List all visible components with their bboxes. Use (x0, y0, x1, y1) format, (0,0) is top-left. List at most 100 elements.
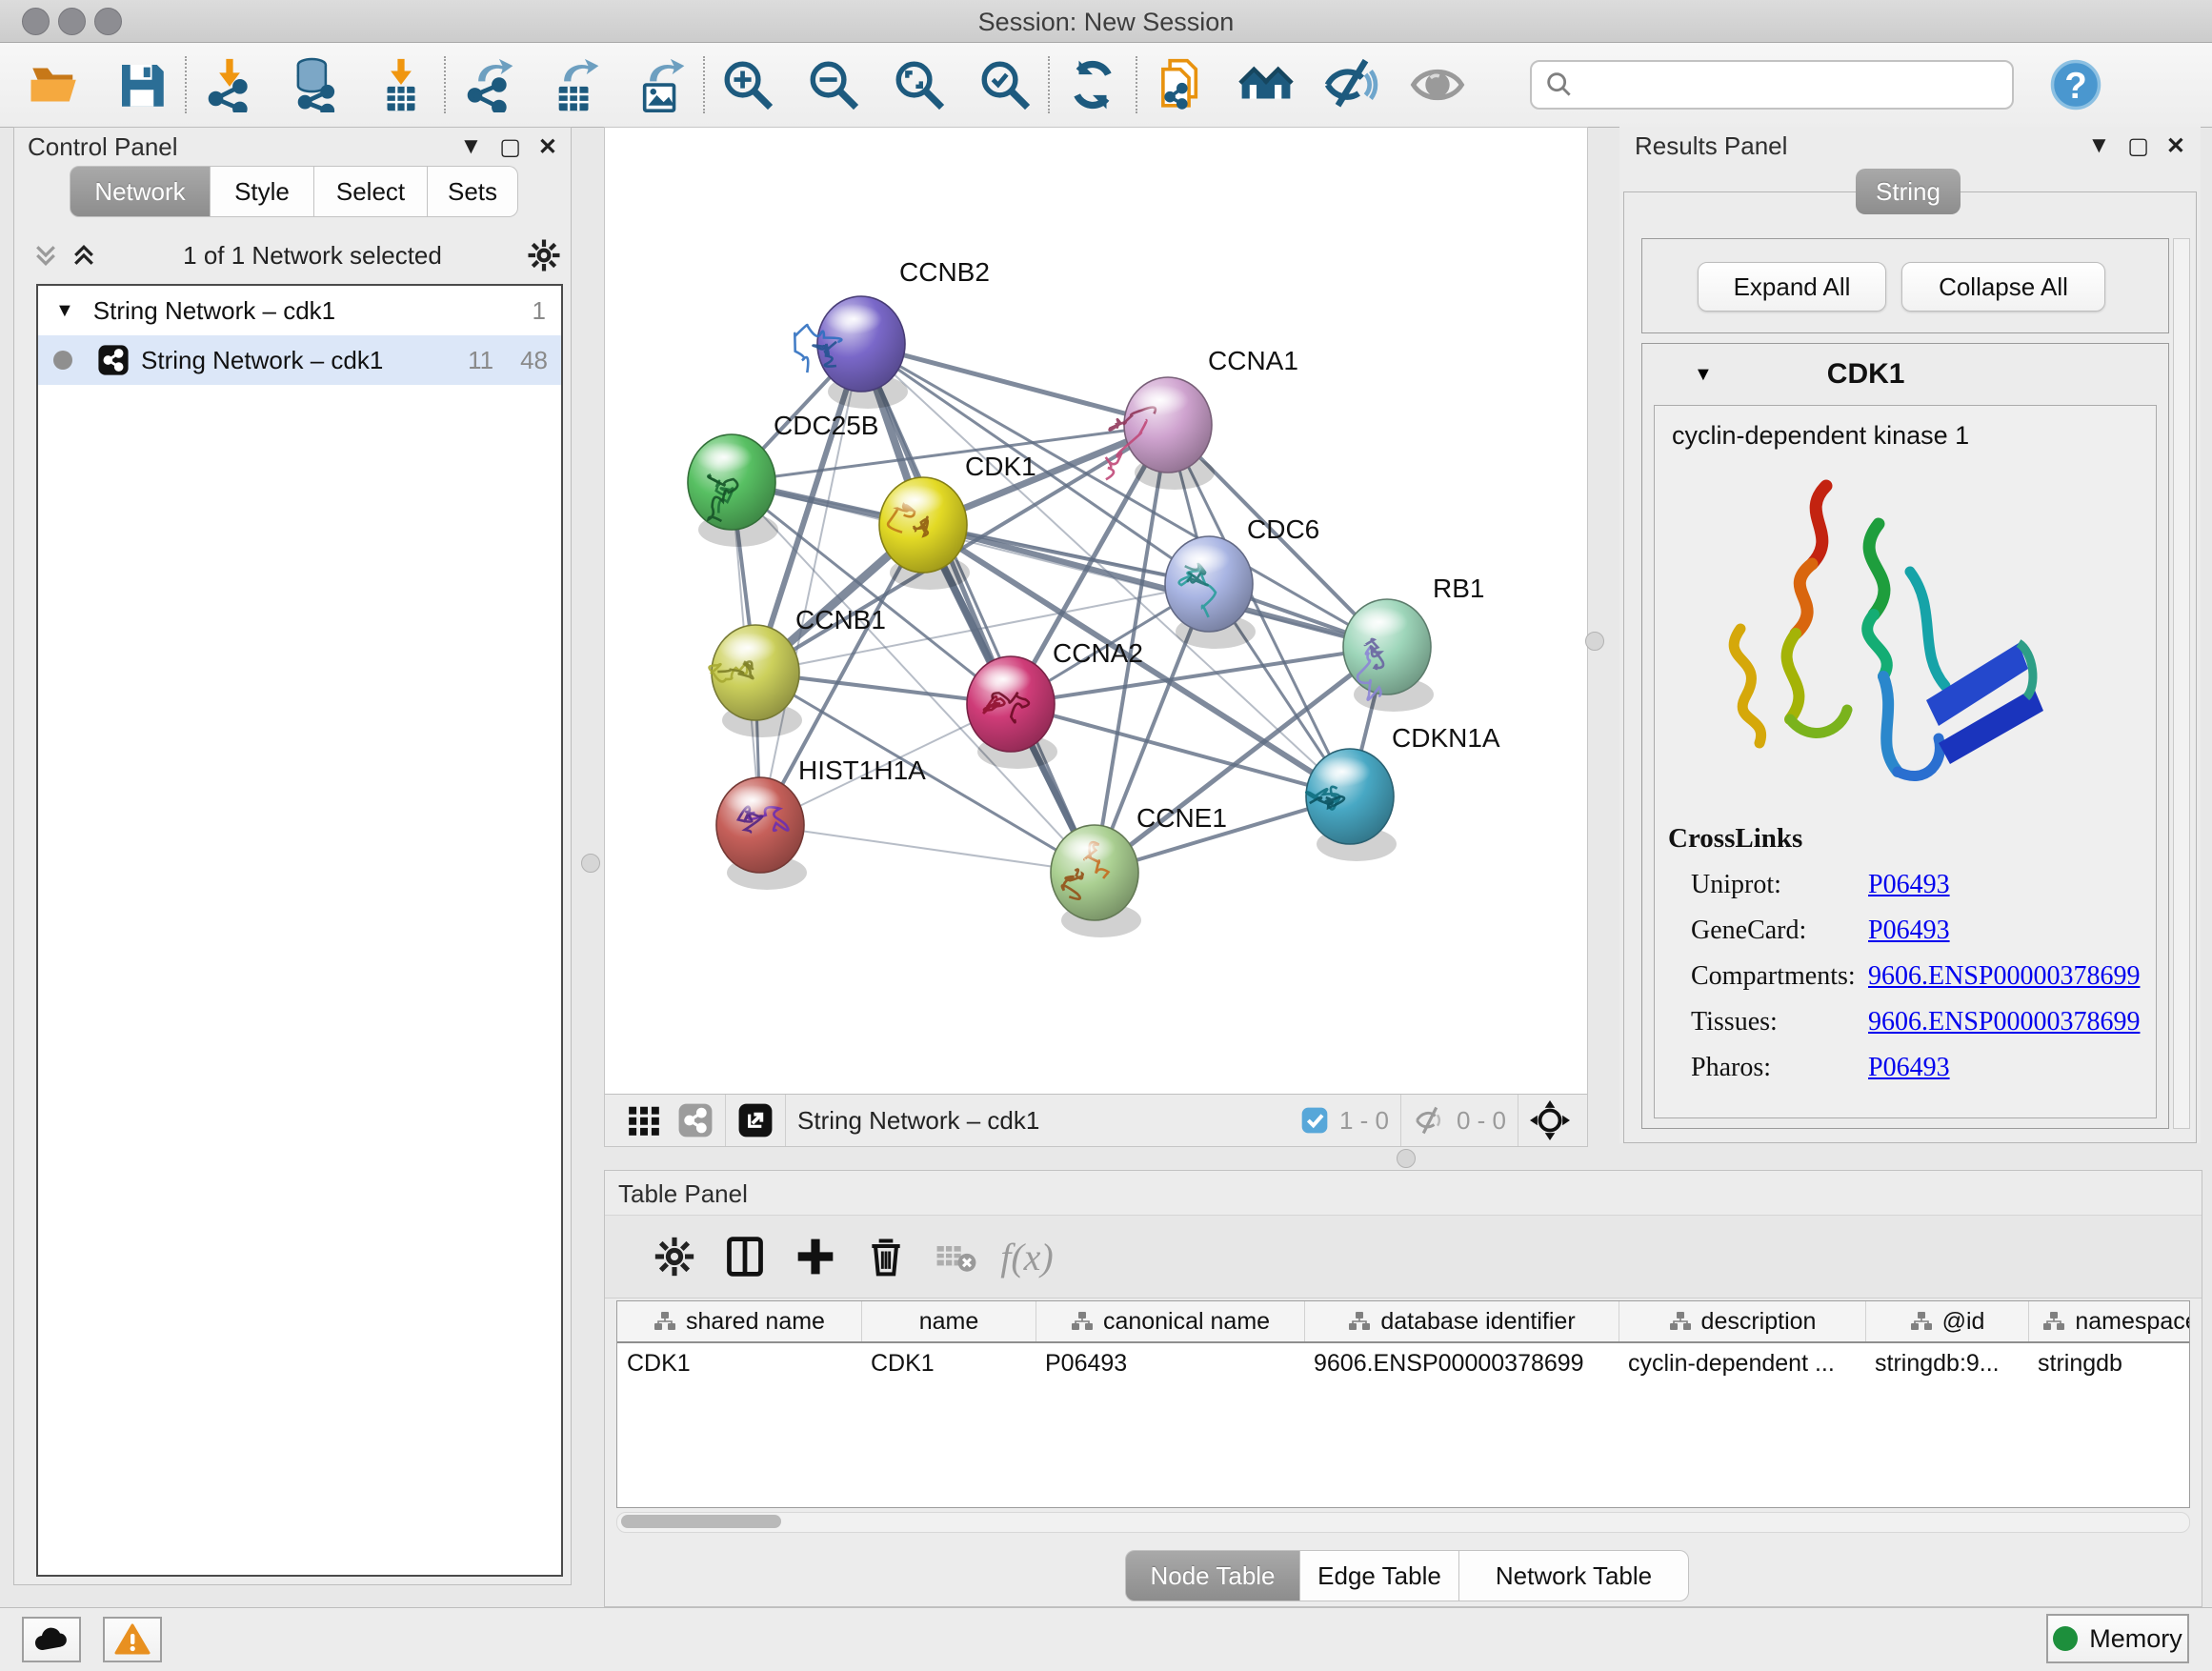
tab-string[interactable]: String (1856, 169, 1961, 214)
tab-network[interactable]: Network (70, 166, 211, 217)
birds-eye-view-icon[interactable] (1530, 1100, 1570, 1140)
table-cell[interactable]: 9606.ENSP00000378699 (1304, 1343, 1619, 1383)
table-horizontal-scrollbar[interactable] (616, 1512, 2190, 1533)
table-cell[interactable]: P06493 (1036, 1343, 1304, 1383)
table-cell[interactable]: CDK1 (861, 1343, 1036, 1383)
maximize-panel-icon[interactable]: ▢ (499, 133, 521, 161)
gene-header[interactable]: ▼ CDK1 (1642, 344, 2168, 405)
network-list-view-icon[interactable] (677, 1102, 714, 1138)
network-collection-row[interactable]: ▼ String Network – cdk1 1 (38, 286, 561, 335)
network-node-CCNB1[interactable]: CCNB1 (710, 605, 886, 737)
show-columns-icon[interactable] (710, 1230, 780, 1283)
help-icon[interactable]: ? (2046, 55, 2105, 114)
table-row[interactable]: CDK1CDK1P064939606.ENSP00000378699cyclin… (617, 1343, 2189, 1383)
column-header--id[interactable]: @id (1865, 1301, 2028, 1341)
column-type-icon (654, 1311, 676, 1332)
network-node-CDC6[interactable]: CDC6 (1165, 514, 1319, 649)
search-input[interactable] (1530, 60, 2014, 110)
hidden-eye-icon[interactable] (1413, 1103, 1447, 1137)
hide-selected-icon[interactable] (1322, 55, 1381, 114)
export-network-icon[interactable] (459, 55, 518, 114)
collapse-all-networks-icon[interactable] (31, 241, 60, 270)
maximize-panel-icon[interactable]: ▢ (2127, 132, 2149, 160)
column-header-shared-name[interactable]: shared name (617, 1301, 861, 1341)
float-panel-icon[interactable]: ▼ (2087, 132, 2110, 159)
crosslink-link[interactable]: P06493 (1868, 870, 1950, 899)
function-builder-icon[interactable]: f(x) (992, 1230, 1062, 1283)
tab-style[interactable]: Style (211, 166, 314, 217)
detach-view-icon[interactable] (737, 1102, 774, 1138)
network-options-gear-icon[interactable] (527, 238, 561, 272)
zoom-fit-icon[interactable] (890, 55, 949, 114)
table-cell[interactable]: stringdb:9... (1865, 1343, 2028, 1383)
grid-view-icon[interactable] (626, 1102, 662, 1138)
crosslink-link[interactable]: P06493 (1868, 916, 1950, 945)
crosslink-link[interactable]: 9606.ENSP00000378699 (1868, 1007, 2140, 1037)
import-network-file-icon[interactable] (200, 55, 259, 114)
network-status-dot (53, 351, 72, 370)
collection-expand-icon[interactable]: ▼ (55, 300, 74, 322)
network-node-RB1[interactable]: RB1 (1343, 574, 1484, 712)
application-window: Session: New Session (0, 0, 2212, 1671)
scrollbar-thumb[interactable] (621, 1515, 781, 1528)
zoom-selected-icon[interactable] (975, 55, 1035, 114)
table-cell[interactable]: cyclin-dependent ... (1619, 1343, 1865, 1383)
search-field[interactable] (1576, 70, 1961, 101)
column-type-icon (2042, 1311, 2065, 1332)
zoom-in-icon[interactable] (718, 55, 777, 114)
column-header-description[interactable]: description (1619, 1301, 1865, 1341)
table-cell[interactable]: stringdb (2028, 1343, 2190, 1383)
network-node-CCNE1[interactable]: CCNE1 (1051, 803, 1227, 937)
column-header-canonical-name[interactable]: canonical name (1036, 1301, 1304, 1341)
network-node-HIST1H1A[interactable]: HIST1H1A (716, 755, 926, 890)
open-session-icon[interactable] (25, 55, 84, 114)
expand-all-networks-icon[interactable] (70, 241, 98, 270)
tab-sets[interactable]: Sets (428, 166, 518, 217)
network-canvas[interactable]: CCNB2CCNA1CDC25BCDK1CDC6RB1CCNB1CCNA2CDK… (605, 128, 1587, 1094)
table-cell[interactable]: CDK1 (617, 1343, 861, 1383)
warning-status-button[interactable] (103, 1617, 162, 1662)
float-panel-icon[interactable]: ▼ (459, 133, 482, 160)
left-divider-handle[interactable] (581, 854, 600, 873)
expand-all-button[interactable]: Expand All (1698, 262, 1886, 312)
tab-network-table[interactable]: Network Table (1459, 1550, 1689, 1601)
export-table-icon[interactable] (545, 55, 604, 114)
collapse-all-button[interactable]: Collapse All (1901, 262, 2105, 312)
import-network-database-icon[interactable] (286, 55, 345, 114)
network-row[interactable]: String Network – cdk1 11 48 (38, 335, 561, 385)
tab-edge-table[interactable]: Edge Table (1300, 1550, 1459, 1601)
results-scrollbar[interactable] (2173, 238, 2190, 1129)
copy-style-icon[interactable] (1151, 55, 1210, 114)
node-label-HIST1H1A: HIST1H1A (798, 755, 926, 785)
network-node-CDC25B[interactable]: CDC25B (688, 411, 878, 547)
bottom-divider-handle[interactable] (1397, 1149, 1416, 1168)
home-layout-icon[interactable] (1237, 55, 1296, 114)
cloud-status-button[interactable] (22, 1617, 81, 1662)
delete-table-icon[interactable] (921, 1230, 992, 1283)
tab-node-table[interactable]: Node Table (1125, 1550, 1300, 1601)
crosslink-link[interactable]: P06493 (1868, 1053, 1950, 1082)
save-session-icon[interactable] (112, 55, 171, 114)
close-panel-icon[interactable]: ✕ (538, 133, 557, 161)
import-table-file-icon[interactable] (372, 55, 431, 114)
zoom-out-icon[interactable] (804, 55, 863, 114)
crosslink-link[interactable]: 9606.ENSP00000378699 (1868, 961, 2140, 991)
tab-select[interactable]: Select (314, 166, 428, 217)
refresh-icon[interactable] (1063, 55, 1122, 114)
column-header-namespace[interactable]: namespace (2028, 1301, 2190, 1341)
gene-collapse-icon[interactable]: ▼ (1694, 364, 1713, 386)
column-header-name[interactable]: name (861, 1301, 1036, 1341)
right-divider-handle[interactable] (1585, 632, 1604, 651)
network-node-CCNA1[interactable]: CCNA1 (1106, 346, 1298, 490)
show-all-icon[interactable] (1408, 55, 1467, 114)
table-options-gear-icon[interactable] (639, 1230, 710, 1283)
column-header-database-identifier[interactable]: database identifier (1304, 1301, 1619, 1341)
network-node-CDKN1A[interactable]: CDKN1A (1306, 723, 1500, 861)
delete-column-icon[interactable] (851, 1230, 921, 1283)
export-image-icon[interactable] (631, 55, 690, 114)
add-column-icon[interactable] (780, 1230, 851, 1283)
close-panel-icon[interactable]: ✕ (2166, 132, 2185, 160)
memory-button[interactable]: Memory (2046, 1614, 2189, 1663)
node-label-CCNE1: CCNE1 (1136, 803, 1227, 833)
selected-checkbox-icon[interactable] (1299, 1105, 1330, 1136)
